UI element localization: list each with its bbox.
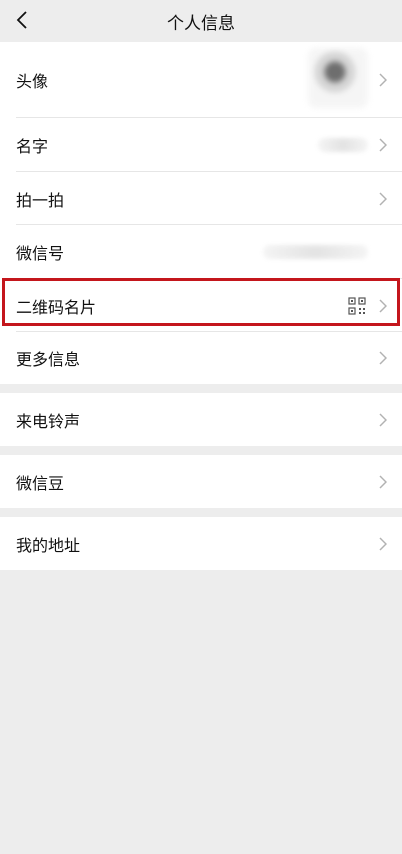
row-name[interactable]: 名字 — [0, 118, 402, 172]
row-label-avatar: 头像 — [16, 72, 49, 91]
name-value-redacted — [318, 138, 368, 152]
chevron-right-icon — [378, 137, 388, 153]
row-label-more-info: 更多信息 — [16, 350, 81, 369]
row-address[interactable]: 我的地址 — [0, 517, 402, 570]
row-more-info[interactable]: 更多信息 — [0, 332, 402, 384]
row-wechat-id[interactable]: 微信号 — [0, 225, 402, 279]
nav-bar: 个人信息 — [0, 0, 402, 42]
row-qr-card[interactable]: 二维码名片 — [0, 279, 402, 332]
back-button[interactable] — [8, 6, 36, 34]
chevron-right-icon — [378, 474, 388, 490]
row-label-ringtone: 来电铃声 — [16, 411, 81, 431]
chevron-right-icon — [378, 72, 388, 88]
row-label-qr-card: 二维码名片 — [16, 297, 97, 317]
page-title: 个人信息 — [167, 13, 235, 34]
row-avatar[interactable]: 头像 — [0, 42, 402, 118]
qr-code-icon — [348, 296, 366, 315]
chevron-right-icon — [378, 412, 388, 428]
row-label-address: 我的地址 — [16, 535, 81, 555]
row-label-name: 名字 — [16, 137, 49, 156]
row-label-wechat-id: 微信号 — [16, 244, 65, 263]
row-pat[interactable]: 拍一拍 — [0, 172, 402, 225]
chevron-right-icon — [378, 191, 388, 207]
row-label-beans: 微信豆 — [16, 473, 65, 493]
profile-screen: 个人信息 头像 名字 拍一拍 微信号 二维码名片 更多信息 来电铃声 微信豆 我… — [0, 0, 402, 854]
chevron-left-icon — [16, 11, 27, 29]
chevron-right-icon — [378, 350, 388, 366]
row-label-pat: 拍一拍 — [16, 190, 65, 210]
chevron-right-icon — [378, 536, 388, 552]
row-ringtone[interactable]: 来电铃声 — [0, 393, 402, 446]
row-beans[interactable]: 微信豆 — [0, 455, 402, 508]
chevron-right-icon — [378, 298, 388, 314]
wechat-id-value-redacted — [263, 245, 368, 259]
avatar — [308, 48, 368, 108]
